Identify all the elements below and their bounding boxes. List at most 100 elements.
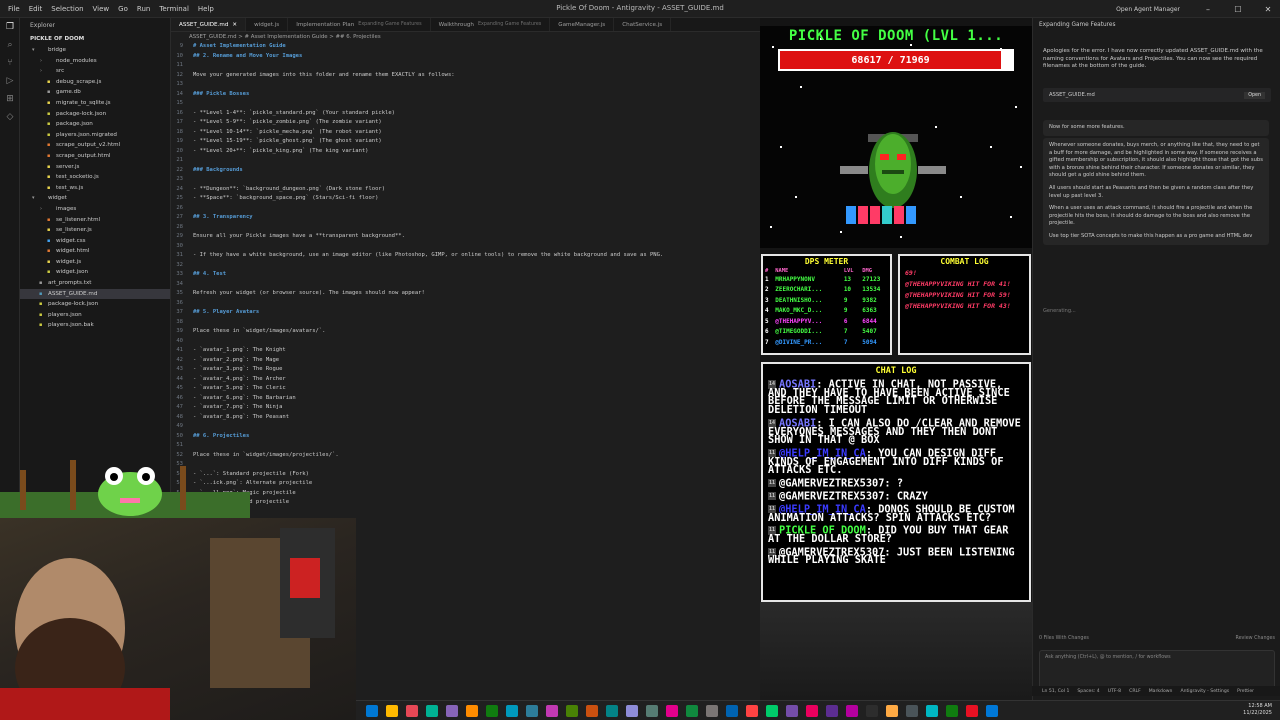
taskbar-app-icon[interactable] bbox=[886, 704, 898, 717]
extensions-icon[interactable]: ⊞ bbox=[0, 90, 20, 108]
file-item[interactable]: ▪ ASSET_GUIDE.md bbox=[20, 288, 170, 300]
files-icon[interactable]: ❐ bbox=[0, 18, 20, 36]
taskbar-app-icon[interactable] bbox=[846, 704, 858, 717]
file-chip-name: ASSET_GUIDE.md bbox=[1049, 92, 1095, 98]
editor-tab[interactable]: widget.js bbox=[246, 18, 289, 31]
maximize-icon[interactable]: ☐ bbox=[1226, 5, 1250, 14]
file-item[interactable]: ▪ game.db bbox=[20, 87, 170, 98]
taskbar-app-icon[interactable] bbox=[546, 704, 558, 717]
taskbar-app-icon[interactable] bbox=[686, 704, 698, 717]
menu-item-run[interactable]: Run bbox=[137, 5, 150, 13]
taskbar-app-icon[interactable] bbox=[646, 704, 658, 717]
taskbar-app-icon[interactable] bbox=[866, 704, 878, 717]
taskbar-app-icon[interactable] bbox=[366, 704, 378, 717]
taskbar-app-icon[interactable] bbox=[726, 704, 738, 717]
taskbar-app-icon[interactable] bbox=[606, 704, 618, 717]
taskbar-app-icon[interactable] bbox=[566, 704, 578, 717]
taskbar-app-icon[interactable] bbox=[806, 704, 818, 717]
taskbar-app-icon[interactable] bbox=[406, 704, 418, 717]
close-icon[interactable]: ✕ bbox=[232, 18, 237, 31]
file-chip[interactable]: ASSET_GUIDE.md Open bbox=[1043, 88, 1271, 102]
status-item[interactable]: Markdown bbox=[1149, 689, 1173, 694]
taskbar-app-icon[interactable] bbox=[506, 704, 518, 717]
file-item[interactable]: ▪ widget.css bbox=[20, 236, 170, 247]
taskbar-app-icon[interactable] bbox=[786, 704, 798, 717]
file-item[interactable]: ▪ se_listener.html bbox=[20, 215, 170, 226]
menu-item-go[interactable]: Go bbox=[118, 5, 128, 13]
status-item[interactable]: Spaces: 4 bbox=[1077, 689, 1099, 694]
file-item[interactable]: ▪ package-lock.json bbox=[20, 299, 170, 310]
taskbar-app-icon[interactable] bbox=[446, 704, 458, 717]
close-icon[interactable]: ✕ bbox=[1256, 5, 1280, 14]
status-item[interactable]: Ln 51, Col 1 bbox=[1042, 689, 1069, 694]
taskbar-app-icon[interactable] bbox=[666, 704, 678, 717]
folder-item[interactable]: › node_modules bbox=[20, 56, 170, 67]
file-item[interactable]: ▪ widget.js bbox=[20, 257, 170, 268]
file-item[interactable]: ▪ package.json bbox=[20, 119, 170, 130]
minimize-icon[interactable]: – bbox=[1196, 5, 1220, 14]
line-number: 30 bbox=[176, 242, 183, 249]
file-item[interactable]: ▪ widget.html bbox=[20, 246, 170, 257]
taskbar-app-icon[interactable] bbox=[966, 704, 978, 717]
folder-item[interactable]: ▾ widget bbox=[20, 193, 170, 204]
editor-tab[interactable]: Walkthrough Expanding Game Features bbox=[431, 18, 551, 31]
file-item[interactable]: ▪ scrape_output.html bbox=[20, 151, 170, 162]
taskbar-app-icon[interactable] bbox=[706, 704, 718, 717]
taskbar-app-icon[interactable] bbox=[906, 704, 918, 717]
editor-tab[interactable]: ChatService.js bbox=[614, 18, 672, 31]
breadcrumb[interactable]: ASSET_GUIDE.md > # Asset Implementation … bbox=[171, 32, 760, 42]
file-item[interactable]: ▪ server.js bbox=[20, 162, 170, 173]
editor-tab[interactable]: GameManager.js bbox=[550, 18, 615, 31]
menu-item-terminal[interactable]: Terminal bbox=[159, 5, 189, 13]
file-item[interactable]: ▪ players.json.bak bbox=[20, 320, 170, 331]
taskbar-app-icon[interactable] bbox=[466, 704, 478, 717]
file-item[interactable]: ▪ se_listener.js bbox=[20, 225, 170, 236]
status-item[interactable]: Prettier bbox=[1237, 689, 1254, 694]
review-changes-button[interactable]: Review Changes bbox=[1235, 636, 1275, 648]
agent-manager-link[interactable]: Open Agent Manager bbox=[1116, 6, 1180, 13]
run-debug-icon[interactable]: ▷ bbox=[0, 72, 20, 90]
file-name: package-lock.json bbox=[56, 110, 107, 117]
editor-tab[interactable]: ASSET_GUIDE.md ✕ bbox=[171, 18, 247, 31]
taskbar-app-icon[interactable] bbox=[426, 704, 438, 717]
project-root[interactable]: PICKLE OF DOOM bbox=[20, 34, 170, 45]
folder-item[interactable]: › images bbox=[20, 204, 170, 215]
file-item[interactable]: ▪ test_socketio.js bbox=[20, 172, 170, 183]
file-item[interactable]: ▪ players.json bbox=[20, 310, 170, 321]
taskbar-app-icon[interactable] bbox=[486, 704, 498, 717]
taskbar-app-icon[interactable] bbox=[766, 704, 778, 717]
taskbar-app-icon[interactable] bbox=[986, 704, 998, 717]
taskbar-app-icon[interactable] bbox=[386, 704, 398, 717]
file-item[interactable]: ▪ test_ws.js bbox=[20, 183, 170, 194]
file-item[interactable]: ▪ players.json.migrated bbox=[20, 130, 170, 141]
file-item[interactable]: ▪ scrape_output_v2.html bbox=[20, 140, 170, 151]
status-item[interactable]: UTF-8 bbox=[1108, 689, 1121, 694]
menu-item-edit[interactable]: Edit bbox=[29, 5, 43, 13]
search-icon[interactable]: ⌕ bbox=[0, 36, 20, 54]
menu-item-view[interactable]: View bbox=[93, 5, 110, 13]
status-item[interactable]: CRLF bbox=[1129, 689, 1141, 694]
taskbar-app-icon[interactable] bbox=[926, 704, 938, 717]
file-item[interactable]: ▪ package-lock.json bbox=[20, 109, 170, 120]
menu-item-file[interactable]: File bbox=[8, 5, 20, 13]
file-item[interactable]: ▪ migrate_to_sqlite.js bbox=[20, 98, 170, 109]
taskbar-app-icon[interactable] bbox=[746, 704, 758, 717]
editor-tab[interactable]: Implementation Plan Expanding Game Featur… bbox=[288, 18, 431, 31]
menu-item-selection[interactable]: Selection bbox=[51, 5, 83, 13]
taskbar-app-icon[interactable] bbox=[946, 704, 958, 717]
agent-icon[interactable]: ◇ bbox=[0, 108, 20, 126]
file-item[interactable]: ▪ art_prompts.txt bbox=[20, 278, 170, 289]
folder-item[interactable]: › src bbox=[20, 66, 170, 77]
taskbar-app-icon[interactable] bbox=[826, 704, 838, 717]
taskbar-app-icon[interactable] bbox=[526, 704, 538, 717]
open-button[interactable]: Open bbox=[1244, 91, 1265, 99]
menu-item-help[interactable]: Help bbox=[198, 5, 214, 13]
status-item[interactable]: Antigravity - Settings bbox=[1180, 689, 1229, 694]
file-item[interactable]: ▪ debug_scrape.js bbox=[20, 77, 170, 88]
folder-item[interactable]: ▾ bridge bbox=[20, 45, 170, 56]
file-item[interactable]: ▪ widget.json bbox=[20, 267, 170, 278]
source-control-icon[interactable]: ⑂ bbox=[0, 54, 20, 72]
taskbar-app-icon[interactable] bbox=[586, 704, 598, 717]
taskbar-app-icon[interactable] bbox=[626, 704, 638, 717]
line-number: 28 bbox=[176, 223, 183, 230]
